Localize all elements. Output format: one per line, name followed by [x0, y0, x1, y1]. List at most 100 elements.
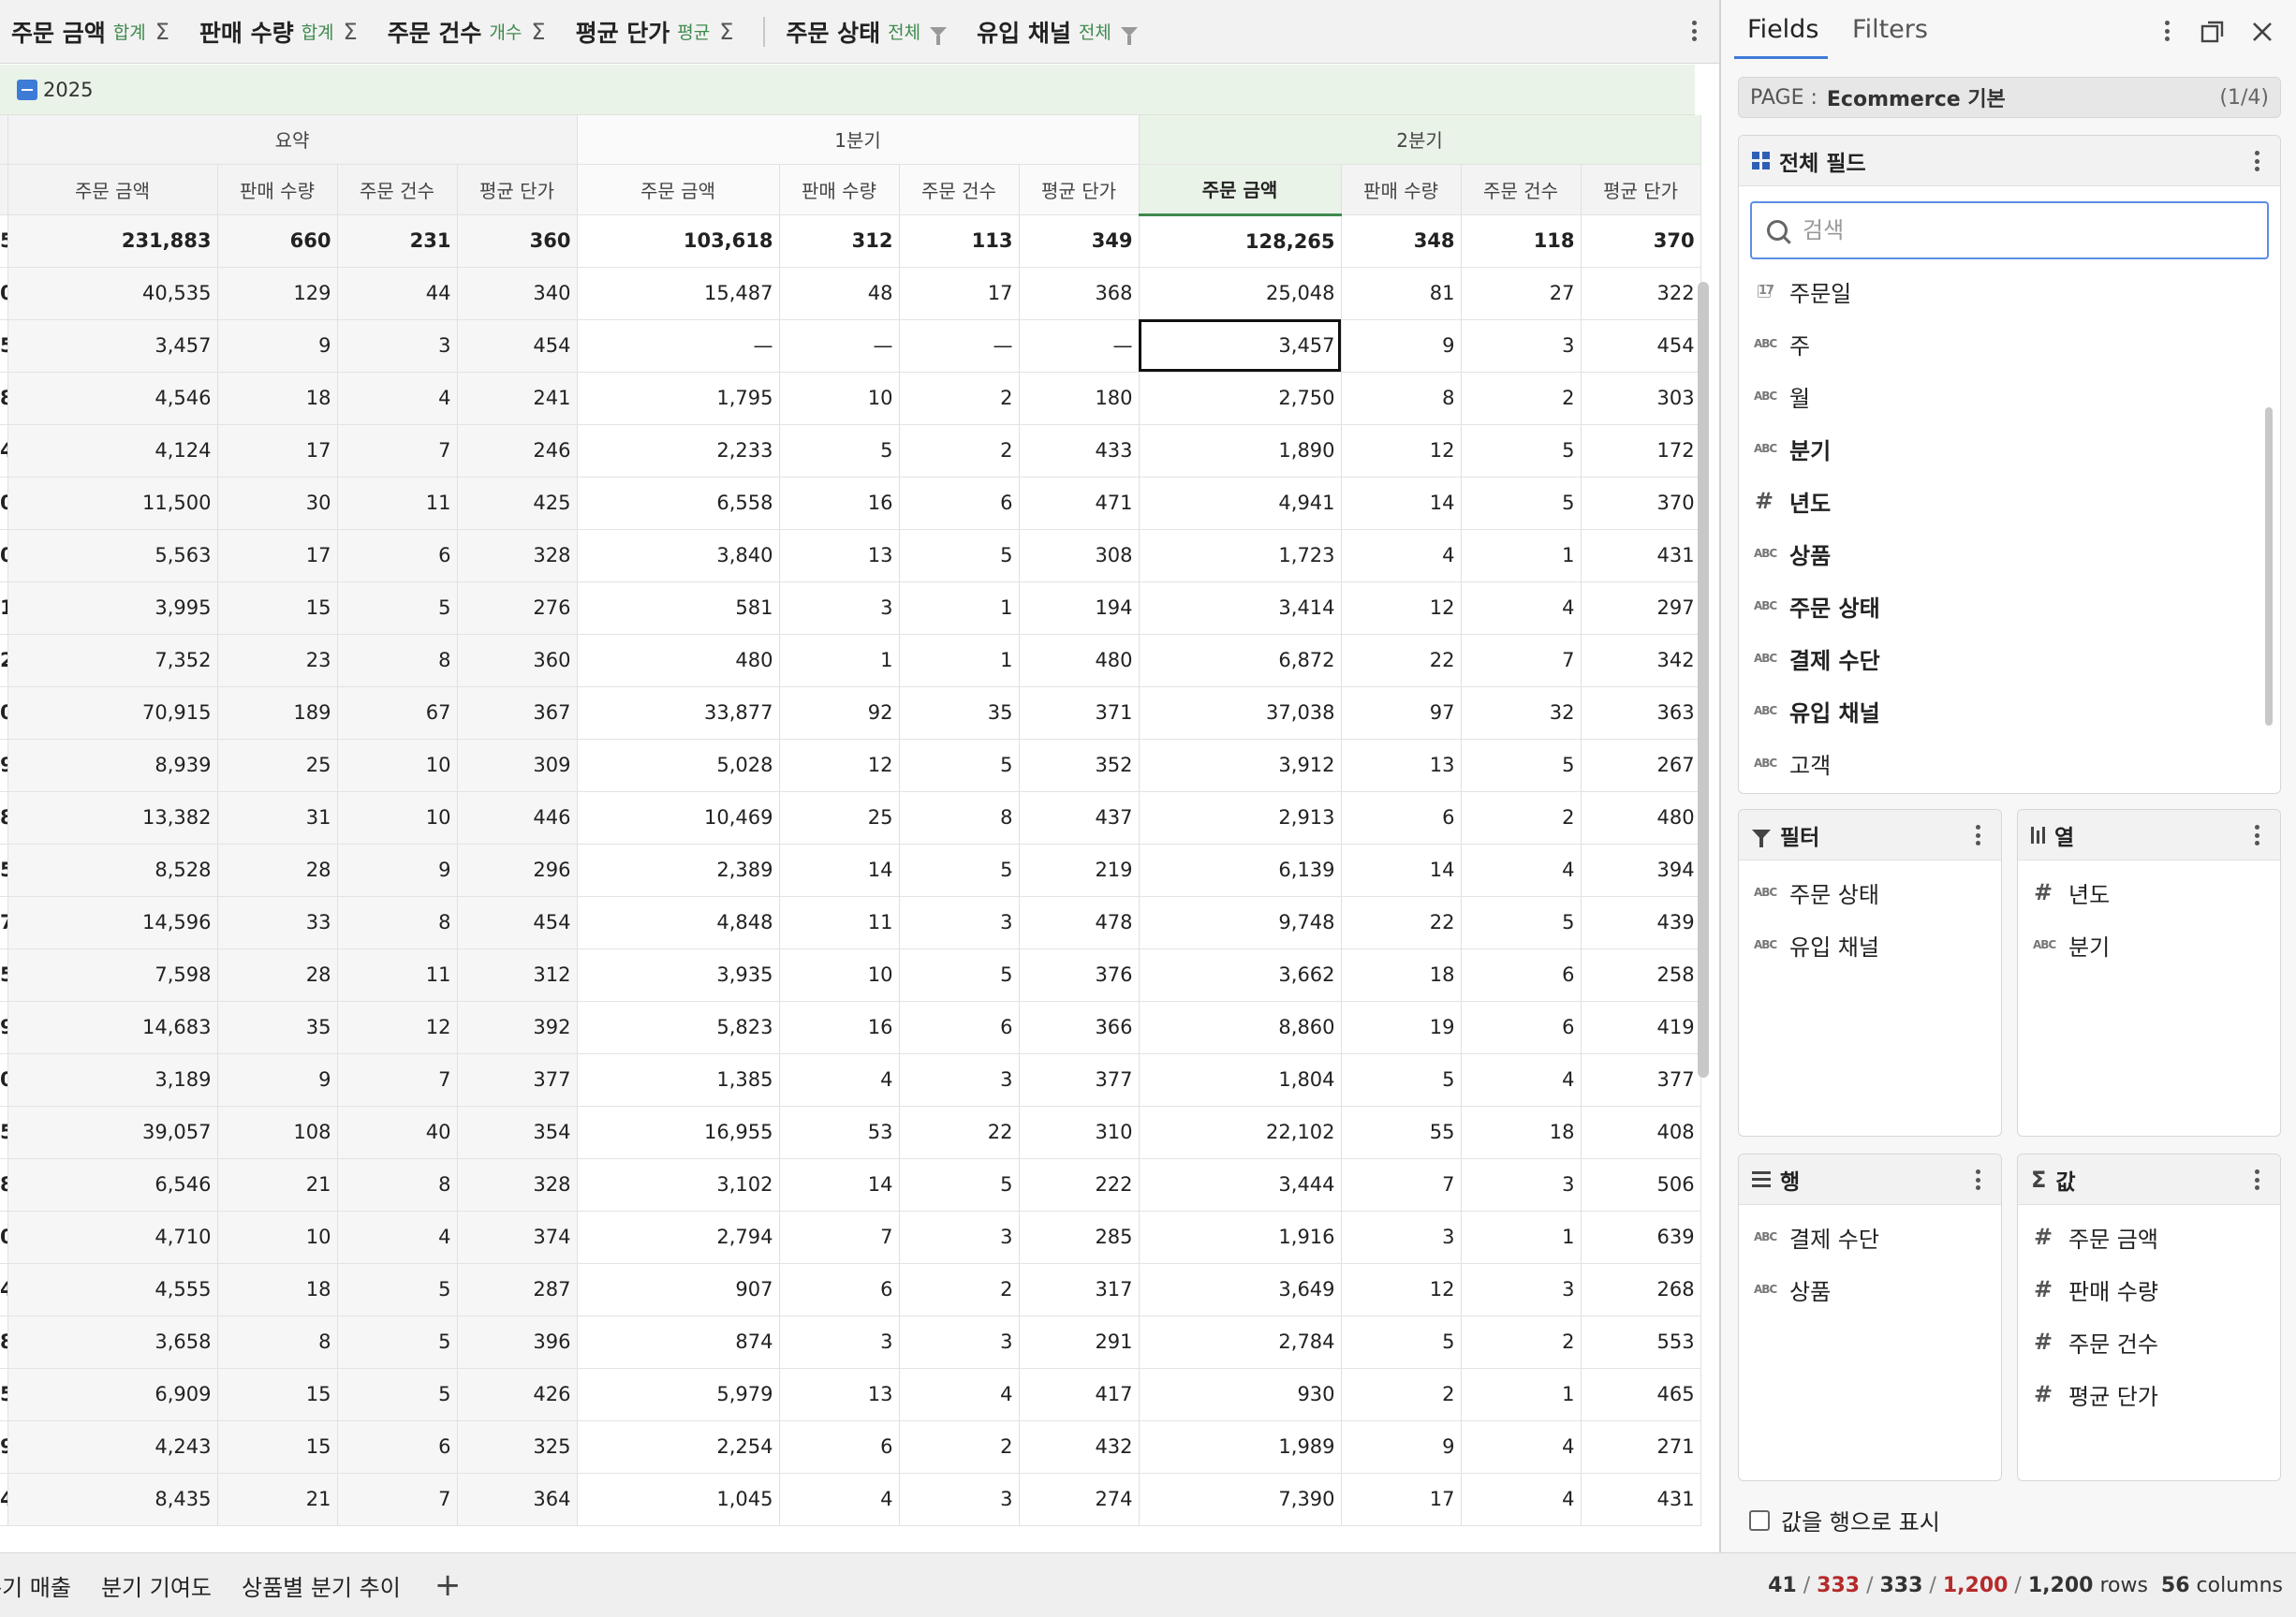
table-cell[interactable]: 3 — [1461, 1158, 1582, 1212]
table-cell[interactable]: 8 — [217, 1316, 338, 1369]
table-cell[interactable]: 219 — [1019, 844, 1140, 897]
table-cell[interactable]: 5,563 — [7, 529, 218, 582]
table-cell[interactable]: 13 — [1341, 739, 1462, 792]
field-item[interactable]: ABC 고객 — [1739, 737, 2280, 789]
table-cell[interactable]: 5 — [337, 1368, 458, 1421]
table-cell[interactable]: 22 — [1341, 634, 1462, 687]
field-item[interactable]: # 년도 — [1739, 475, 2280, 527]
search-input[interactable] — [1803, 217, 2215, 243]
table-cell[interactable]: 2 — [1461, 372, 1582, 425]
field-item[interactable]: ABC 유입 채널 — [1739, 919, 2001, 971]
table-cell[interactable]: 15 — [217, 1368, 338, 1421]
row-header-cell[interactable]: 2 — [0, 634, 8, 687]
table-cell[interactable]: 2 — [1461, 791, 1582, 845]
table-cell[interactable]: 6 — [899, 1001, 1020, 1054]
table-cell[interactable]: 9 — [337, 844, 458, 897]
table-cell[interactable]: 354 — [457, 1106, 578, 1159]
table-cell[interactable]: 35 — [217, 1001, 338, 1054]
row-header-cell[interactable]: 1 — [0, 581, 8, 635]
value-chip-order-count[interactable]: 주문 건수 개수 Σ — [388, 15, 546, 49]
table-cell[interactable]: 4,848 — [577, 896, 780, 949]
sigma-icon[interactable]: Σ — [155, 19, 169, 45]
table-cell[interactable]: 5 — [899, 1158, 1020, 1212]
table-cell[interactable]: 360 — [457, 214, 578, 268]
table-cell[interactable]: 377 — [457, 1053, 578, 1107]
table-cell[interactable]: 7 — [337, 1053, 458, 1107]
table-cell[interactable]: 1 — [899, 634, 1020, 687]
table-cell[interactable]: 3 — [899, 1473, 1020, 1526]
table-cell[interactable]: 4 — [1341, 529, 1462, 582]
table-cell[interactable]: 97 — [1341, 686, 1462, 740]
table-cell[interactable]: 328 — [457, 529, 578, 582]
field-item[interactable]: ABC 주문 상태 — [1739, 580, 2280, 632]
table-cell[interactable]: 8 — [337, 634, 458, 687]
table-cell[interactable]: 4,555 — [7, 1263, 218, 1316]
table-cell[interactable]: 9,748 — [1139, 896, 1342, 949]
table-cell[interactable]: 231 — [337, 214, 458, 268]
table-cell[interactable]: 4,124 — [7, 424, 218, 478]
table-cell[interactable]: 437 — [1019, 791, 1140, 845]
table-cell[interactable]: 4 — [1461, 844, 1582, 897]
table-cell[interactable]: 222 — [1019, 1158, 1140, 1212]
table-cell[interactable]: — — [577, 319, 780, 373]
row-header-cell[interactable]: 9 — [0, 1001, 8, 1054]
table-cell[interactable]: 8 — [899, 791, 1020, 845]
table-cell[interactable]: 5 — [899, 844, 1020, 897]
table-cell[interactable]: 10 — [779, 948, 900, 1002]
table-cell[interactable]: 67 — [337, 686, 458, 740]
field-item[interactable]: ABC 결제 수단 — [1739, 632, 2280, 684]
table-cell[interactable]: 5 — [337, 581, 458, 635]
table-cell[interactable]: 454 — [457, 896, 578, 949]
field-item[interactable]: # 판매 수량 — [2018, 1263, 2280, 1316]
table-cell[interactable]: 340 — [457, 267, 578, 320]
column-header[interactable]: 판매 수량 — [217, 164, 338, 215]
table-cell[interactable]: 12 — [779, 739, 900, 792]
table-cell[interactable]: 7 — [1461, 634, 1582, 687]
table-cell[interactable]: 2 — [899, 372, 1020, 425]
table-cell[interactable]: 55 — [1341, 1106, 1462, 1159]
table-cell[interactable]: 5 — [1461, 424, 1582, 478]
table-cell[interactable]: 39,057 — [7, 1106, 218, 1159]
row-header-cell[interactable]: 5 — [0, 1106, 8, 1159]
row-header-cell[interactable]: 0 — [0, 267, 8, 320]
table-cell[interactable]: 6,909 — [7, 1368, 218, 1421]
table-cell[interactable]: 16,955 — [577, 1106, 780, 1159]
table-cell[interactable]: 8 — [337, 896, 458, 949]
table-cell[interactable]: 108 — [217, 1106, 338, 1159]
column-header[interactable]: 주문 건수 — [337, 164, 458, 215]
row-header-cell[interactable]: 8 — [0, 372, 8, 425]
vertical-scrollbar[interactable] — [1698, 282, 1709, 1078]
table-cell[interactable]: 92 — [779, 686, 900, 740]
value-chip-avg-price[interactable]: 평균 단가 평균 Σ — [576, 15, 734, 49]
table-cell[interactable]: 364 — [457, 1473, 578, 1526]
table-cell[interactable]: 18 — [1341, 948, 1462, 1002]
table-cell[interactable]: 446 — [457, 791, 578, 845]
column-header[interactable]: 주문 금액 — [7, 164, 218, 215]
table-cell[interactable]: 325 — [457, 1420, 578, 1474]
table-cell[interactable]: 4 — [1461, 581, 1582, 635]
table-cell[interactable]: 258 — [1581, 948, 1701, 1002]
row-header-cell[interactable]: 7 — [0, 896, 8, 949]
table-cell[interactable]: 40,535 — [7, 267, 218, 320]
value-chip-order-amount[interactable]: 주문 금액 합계 Σ — [11, 15, 169, 49]
table-cell[interactable]: 27 — [1461, 267, 1582, 320]
table-cell[interactable]: 419 — [1581, 1001, 1701, 1054]
table-cell[interactable]: 7,352 — [7, 634, 218, 687]
table-cell[interactable]: 268 — [1581, 1263, 1701, 1316]
table-cell[interactable]: 21 — [217, 1473, 338, 1526]
table-cell[interactable]: 6 — [779, 1263, 900, 1316]
table-cell[interactable]: 3 — [779, 581, 900, 635]
field-item[interactable]: ABC 분기 — [1739, 422, 2280, 475]
table-cell[interactable]: 5 — [779, 424, 900, 478]
field-item[interactable]: # 주문 건수 — [2018, 1316, 2280, 1368]
table-cell[interactable]: 18 — [217, 372, 338, 425]
table-cell[interactable]: 3,649 — [1139, 1263, 1342, 1316]
table-cell[interactable]: 322 — [1581, 267, 1701, 320]
table-cell[interactable]: 3 — [1341, 1211, 1462, 1264]
row-header-cell[interactable]: 8 — [0, 791, 8, 845]
table-cell[interactable]: 349 — [1019, 214, 1140, 268]
table-cell[interactable]: 32 — [1461, 686, 1582, 740]
table-cell[interactable]: 3,935 — [577, 948, 780, 1002]
table-cell[interactable]: 506 — [1581, 1158, 1701, 1212]
table-cell[interactable]: 19 — [1341, 1001, 1462, 1054]
